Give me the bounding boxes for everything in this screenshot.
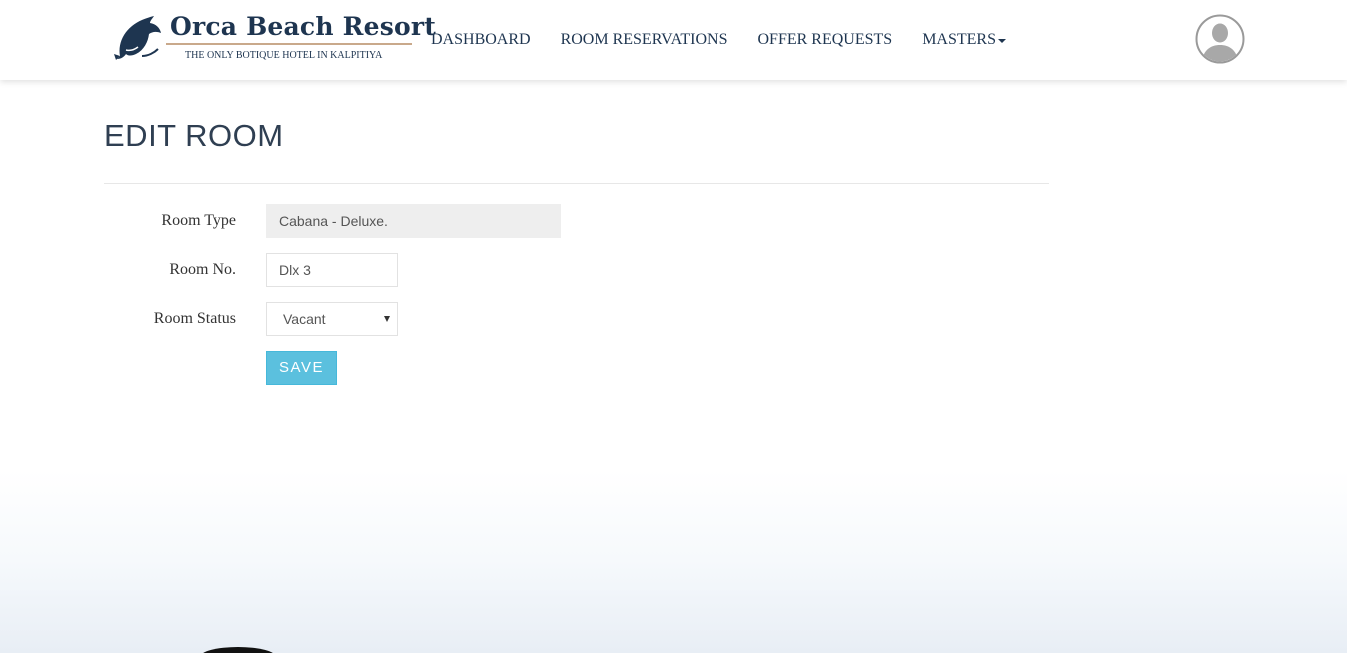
brand-name: Orca Beach Resort: [170, 12, 436, 41]
room-type-label: Room Type: [161, 212, 236, 229]
nav-dashboard[interactable]: DASHBOARD: [431, 30, 531, 50]
brand-logo[interactable]: Orca Beach Resort THE ONLY BOTIQUE HOTEL…: [112, 12, 436, 64]
top-navbar: Orca Beach Resort THE ONLY BOTIQUE HOTEL…: [0, 0, 1347, 80]
orca-icon: [114, 16, 161, 60]
nav-masters-dropdown[interactable]: MASTERS: [922, 30, 1006, 50]
nav-offer-requests[interactable]: OFFER REQUESTS: [757, 30, 892, 50]
nav-dashboard-label: DASHBOARD: [431, 31, 531, 48]
caret-down-icon: [997, 39, 1006, 43]
room-status-label: Room Status: [153, 310, 236, 327]
nav-room-reservations[interactable]: ROOM RESERVATIONS: [561, 30, 728, 50]
background-dark-shape: [200, 647, 276, 653]
nav-offer-requests-label: OFFER REQUESTS: [757, 31, 893, 48]
brand-divider: [166, 43, 412, 45]
room-status-select[interactable]: Vacant: [266, 302, 398, 336]
room-type-field: Cabana - Deluxe.: [266, 204, 561, 238]
room-status-value: Vacant: [283, 311, 326, 327]
nav-room-reservations-label: ROOM RESERVATIONS: [560, 31, 728, 48]
room-no-label: Room No.: [169, 261, 236, 278]
brand-tagline: THE ONLY BOTIQUE HOTEL IN KALPITIYA: [185, 50, 383, 61]
select-arrow-icon: [384, 316, 390, 322]
user-avatar-icon[interactable]: [1195, 14, 1245, 64]
room-no-input[interactable]: Dlx 3: [266, 253, 398, 287]
main-nav: DASHBOARD ROOM RESERVATIONS OFFER REQUES…: [431, 30, 1006, 50]
save-button[interactable]: SAVE: [266, 351, 337, 385]
nav-masters-label: MASTERS: [922, 31, 996, 48]
page-title: EDIT ROOM: [104, 118, 284, 153]
title-divider: [104, 183, 1049, 184]
